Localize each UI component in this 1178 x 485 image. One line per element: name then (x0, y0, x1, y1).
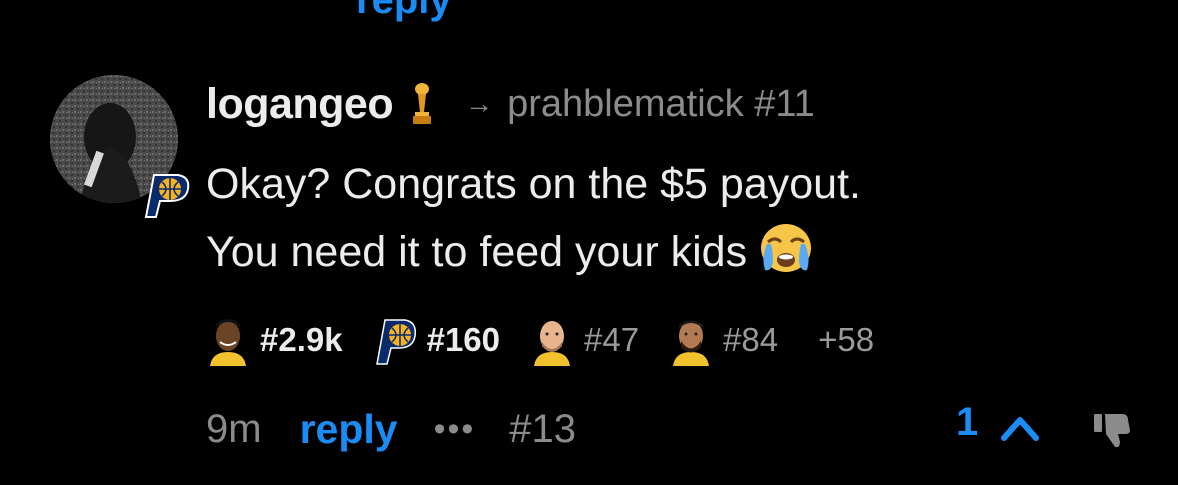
timestamp: 9m (206, 406, 262, 451)
comment-text-line-2: You need it to feed your kids (206, 228, 748, 276)
comment-text-line-2-wrap: You need it to feed your kids (206, 218, 1106, 286)
comment-number: #13 (509, 406, 577, 451)
player-face-1-icon (210, 319, 246, 366)
comment-screen: reply logangeo → prahblematick #11 Okay?… (0, 0, 1178, 485)
badge-player-1[interactable]: #2.9k (206, 314, 343, 366)
reply-to-user[interactable]: prahblematick #11 (507, 83, 815, 126)
badge-label: #160 (426, 321, 501, 358)
pacers-logo-icon (144, 174, 190, 218)
more-badges-count[interactable]: +58 (818, 321, 874, 359)
thumbs-down-icon[interactable] (1092, 410, 1134, 450)
username[interactable]: logangeo (206, 80, 394, 129)
user-badges: #2.9k #160 #47 #84 +58 (206, 312, 874, 368)
badge-label: #84 (723, 321, 779, 358)
previous-reply-link[interactable]: reply (356, 0, 452, 23)
comment-text-line-1: Okay? Congrats on the $5 payout. (206, 160, 861, 208)
avatar-container[interactable] (50, 75, 190, 218)
reply-button[interactable]: reply (300, 406, 398, 453)
trophy-icon (413, 83, 432, 124)
crying-face-emoji-icon (761, 224, 812, 272)
badge-team[interactable]: #160 (373, 314, 500, 366)
badge-label: #47 (584, 321, 640, 358)
badge-label: #2.9k (260, 321, 343, 358)
upvote-icon[interactable] (996, 410, 1044, 446)
reply-arrow-icon: → (465, 88, 494, 119)
vote-count: 1 (956, 400, 979, 444)
pacers-logo-icon (375, 319, 416, 365)
more-options-button[interactable]: ••• (434, 410, 476, 449)
player-face-2-icon (534, 321, 571, 366)
player-face-3-icon (673, 320, 710, 366)
badge-player-2[interactable]: #47 (530, 314, 639, 366)
comment-footer: 9m reply ••• #13 (206, 398, 576, 460)
badge-player-3[interactable]: #84 (669, 314, 778, 366)
comment-header: logangeo → prahblematick #11 (206, 76, 815, 132)
comment-body: Okay? Congrats on the $5 payout. You nee… (206, 150, 1106, 286)
